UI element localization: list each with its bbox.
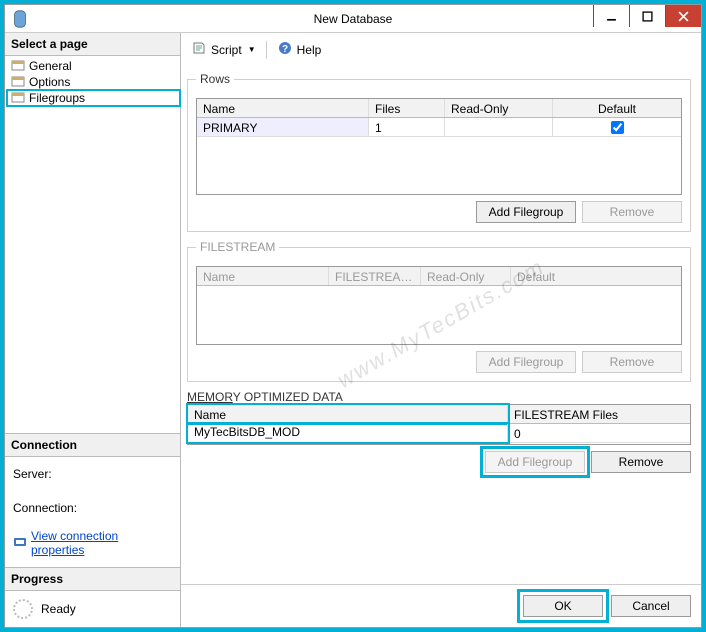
cell-files: 1	[369, 118, 445, 136]
script-icon	[191, 40, 207, 59]
col-default: Default	[511, 267, 681, 285]
filestream-grid: Name FILESTREAM... Read-Only Default	[196, 266, 682, 345]
cancel-button[interactable]: Cancel	[611, 595, 691, 617]
view-connection-label: View connection properties	[31, 529, 172, 557]
page-item-options[interactable]: Options	[7, 74, 180, 90]
default-checkbox[interactable]	[611, 121, 624, 134]
close-button[interactable]	[665, 5, 701, 27]
page-label: Filegroups	[29, 91, 85, 105]
filestream-group: FILESTREAM Name FILESTREAM... Read-Only …	[187, 240, 691, 382]
memory-legend: MEMORMEMORY OPTIMIZED DATAY OPTIMIZED DA…	[187, 390, 343, 404]
progress-spinner-icon	[13, 599, 33, 619]
script-label: Script	[211, 43, 242, 57]
page-list: General Options Filegroups	[5, 56, 180, 106]
page-label: Options	[29, 75, 70, 89]
col-files: Files	[369, 99, 445, 117]
cell-readonly	[445, 118, 553, 136]
table-row[interactable]: PRIMARY 1	[197, 118, 681, 137]
rows-add-filegroup-button[interactable]: Add Filegroup	[476, 201, 576, 223]
sidebar: Select a page General Options Filegroups…	[5, 33, 181, 627]
col-name: Name	[197, 267, 329, 285]
help-button[interactable]: ? Help	[275, 39, 324, 60]
col-name: Name	[197, 99, 369, 117]
page-icon	[11, 59, 25, 73]
rows-grid[interactable]: Name Files Read-Only Default PRIMARY 1	[196, 98, 682, 195]
maximize-button[interactable]	[629, 5, 665, 27]
cell-name: PRIMARY	[197, 118, 369, 136]
page-item-filegroups[interactable]: Filegroups	[7, 90, 180, 106]
dialog-footer: OK Cancel	[181, 584, 701, 627]
memory-remove-button[interactable]: Remove	[591, 451, 691, 473]
select-page-header: Select a page	[5, 33, 180, 56]
view-connection-link[interactable]: View connection properties	[13, 529, 172, 557]
filestream-legend: FILESTREAM	[196, 240, 279, 254]
dialog-window: New Database Select a page General	[4, 4, 702, 628]
col-readonly: Read-Only	[421, 267, 511, 285]
memory-add-filegroup-button: Add Filegroup	[485, 451, 585, 473]
script-button[interactable]: Script ▼	[189, 39, 258, 60]
table-row[interactable]: 0	[188, 424, 690, 443]
titlebar: New Database	[5, 5, 701, 33]
page-item-general[interactable]: General	[7, 58, 180, 74]
main-panel: Script ▼ ? Help www.MyTecBits.com Rows N…	[181, 33, 701, 627]
memory-name-input[interactable]	[194, 425, 501, 439]
progress-header: Progress	[5, 568, 180, 591]
page-icon	[11, 75, 25, 89]
connection-field-label: Connection:	[13, 501, 172, 515]
memory-grid[interactable]: Name FILESTREAM Files 0	[187, 404, 691, 445]
svg-text:?: ?	[282, 44, 288, 55]
connection-icon	[13, 535, 27, 552]
minimize-button[interactable]	[593, 5, 629, 27]
col-readonly: Read-Only	[445, 99, 553, 117]
filestream-add-filegroup-button: Add Filegroup	[476, 351, 576, 373]
page-icon	[11, 91, 25, 105]
col-filestream: FILESTREAM...	[329, 267, 421, 285]
server-label: Server:	[13, 467, 172, 481]
toolbar: Script ▼ ? Help	[181, 33, 701, 66]
filestream-remove-button: Remove	[582, 351, 682, 373]
col-name: Name	[188, 405, 508, 423]
app-icon	[9, 8, 31, 30]
chevron-down-icon: ▼	[248, 45, 256, 54]
progress-status: Ready	[41, 602, 76, 616]
cell-name[interactable]	[188, 424, 508, 442]
toolbar-separator	[266, 41, 267, 59]
memory-group: MEMORMEMORY OPTIMIZED DATAY OPTIMIZED DA…	[187, 390, 691, 477]
col-default: Default	[553, 99, 681, 117]
help-label: Help	[297, 43, 322, 57]
rows-group: Rows Name Files Read-Only Default PRIMAR…	[187, 72, 691, 232]
rows-remove-button: Remove	[582, 201, 682, 223]
ok-button[interactable]: OK	[523, 595, 603, 617]
connection-header: Connection	[5, 434, 180, 457]
col-filestream-files: FILESTREAM Files	[508, 405, 690, 423]
rows-legend: Rows	[196, 72, 234, 86]
page-label: General	[29, 59, 72, 73]
cell-default[interactable]	[553, 118, 681, 136]
cell-files: 0	[508, 424, 690, 442]
help-icon: ?	[277, 40, 293, 59]
